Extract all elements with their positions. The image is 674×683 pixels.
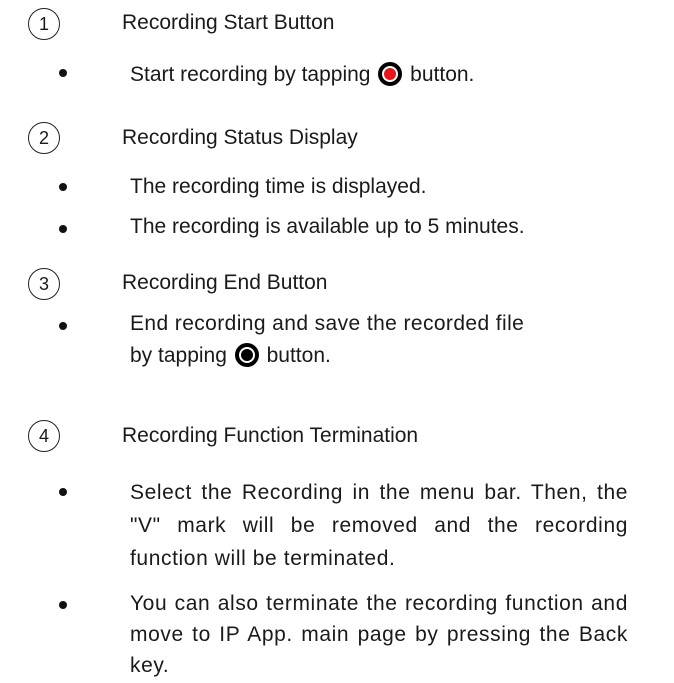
- bullet-start-recording: Start recording by tapping button.: [130, 60, 474, 89]
- section-number-text: 1: [38, 14, 49, 34]
- section-number-text: 3: [38, 274, 49, 294]
- section-title-recording-status-display: Recording Status Display: [122, 126, 358, 149]
- stop-button-icon: [234, 343, 259, 367]
- section-number-text: 2: [38, 128, 49, 148]
- bullet-terminate-back-key: You can also terminate the recording fun…: [130, 592, 628, 677]
- section-number-text: 4: [38, 426, 49, 446]
- bullet-text: by tapping: [130, 344, 227, 367]
- bullet-dot: [59, 488, 67, 496]
- bullet-dot: [59, 183, 67, 191]
- bullet-text: Start recording by tapping: [130, 63, 371, 86]
- bullet-dot: [59, 69, 67, 77]
- bullet-text: button.: [410, 63, 475, 86]
- bullet-text: End recording and save the recorded file: [130, 312, 525, 335]
- bullet-text-line-2: by tapping button.: [130, 340, 628, 372]
- bullet-end-recording: End recording and save the recorded file…: [130, 308, 628, 372]
- bullet-recording-limit: The recording is available up to 5 minut…: [130, 215, 525, 238]
- section-number-2: 2: [28, 122, 60, 154]
- bullet-text: button.: [266, 344, 331, 367]
- section-title-recording-end-button: Recording End Button: [122, 271, 328, 294]
- record-button-icon: [378, 62, 403, 86]
- bullet-terminate-menu: Select the Recording in the menu bar. Th…: [130, 481, 628, 570]
- section-number-1: 1: [28, 8, 60, 40]
- section-title-recording-function-termination: Recording Function Termination: [122, 424, 419, 447]
- bullet-dot: [59, 322, 67, 330]
- bullet-recording-time: The recording time is displayed.: [130, 175, 427, 198]
- bullet-dot: [59, 225, 67, 233]
- bullet-dot: [59, 601, 67, 609]
- section-number-3: 3: [28, 268, 60, 300]
- section-number-4: 4: [28, 420, 60, 452]
- section-title-recording-start-button: Recording Start Button: [122, 11, 335, 34]
